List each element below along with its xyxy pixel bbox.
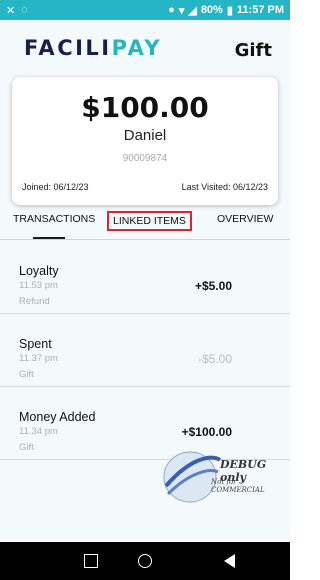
transaction-title: Loyalty bbox=[19, 264, 59, 278]
transaction-title: Spent bbox=[19, 337, 52, 351]
missed-call-icon: ✕ bbox=[6, 4, 16, 17]
watermark-line2: Not for COMMERCIAL bbox=[211, 478, 265, 494]
transaction-time: 11.53 pm bbox=[19, 280, 58, 291]
tab-transactions[interactable]: TRANSACTIONS bbox=[13, 213, 95, 225]
active-tab-indicator bbox=[33, 237, 65, 239]
transaction-list: Loyalty 11.53 pm Refund +$5.00 Spent 11.… bbox=[0, 241, 290, 460]
tab-overview[interactable]: OVERVIEW bbox=[217, 213, 273, 225]
last-visited-date: Last Visited: 06/12/23 bbox=[181, 182, 268, 192]
transaction-time: 11.34 pm bbox=[19, 426, 58, 437]
transaction-row[interactable]: Spent 11.37 pm Gift -$5.00 bbox=[0, 314, 290, 387]
card-number: 90009874 bbox=[122, 153, 168, 164]
tab-linked-items[interactable]: LINKED ITEMS bbox=[107, 211, 192, 231]
transaction-amount: -$5.00 bbox=[197, 352, 232, 366]
status-right-icons: ● ▾ ◢ 80% ▮ 11:57 PM bbox=[168, 4, 284, 17]
status-bar: ✕ ◌ ● ▾ ◢ 80% ▮ 11:57 PM bbox=[0, 0, 290, 20]
transaction-time: 11.37 pm bbox=[19, 353, 58, 364]
battery-icon: ▮ bbox=[226, 4, 233, 17]
transaction-amount: +$5.00 bbox=[194, 279, 232, 293]
header: FACILIPAY Gift bbox=[0, 20, 290, 78]
transaction-type: Gift bbox=[19, 369, 34, 380]
transaction-type: Refund bbox=[19, 296, 50, 307]
balance-amount: $100.00 bbox=[81, 91, 209, 124]
transaction-row[interactable]: Loyalty 11.53 pm Refund +$5.00 bbox=[0, 241, 290, 314]
card-holder-name: Daniel bbox=[123, 127, 167, 144]
joined-date: Joined: 06/12/23 bbox=[22, 182, 89, 192]
facilipay-logo: FACILIPAY bbox=[24, 36, 163, 60]
transaction-amount: +$100.00 bbox=[181, 425, 232, 439]
home-button[interactable] bbox=[138, 554, 152, 568]
tab-bar: TRANSACTIONS LINKED ITEMS OVERVIEW bbox=[0, 210, 290, 240]
recent-apps-button[interactable] bbox=[84, 554, 98, 568]
dot-icon: ● bbox=[168, 4, 175, 16]
status-left-icons: ✕ ◌ bbox=[6, 4, 28, 17]
page-title: Gift bbox=[234, 40, 272, 61]
wifi-icon: ▾ bbox=[178, 4, 185, 17]
debug-watermark: DEBUG only Not for COMMERCIAL bbox=[160, 442, 290, 512]
balance-card: $100.00 Daniel 90009874 Joined: 06/12/23… bbox=[12, 77, 278, 205]
sync-icon: ◌ bbox=[21, 4, 28, 16]
clock: 11:57 PM bbox=[236, 4, 284, 16]
back-button[interactable] bbox=[224, 554, 235, 568]
android-nav-bar bbox=[0, 542, 290, 580]
transaction-title: Money Added bbox=[19, 410, 96, 424]
transaction-type: Gift bbox=[19, 442, 34, 453]
signal-icon: ◢ bbox=[188, 4, 197, 17]
battery-percent: 80% bbox=[200, 4, 223, 16]
